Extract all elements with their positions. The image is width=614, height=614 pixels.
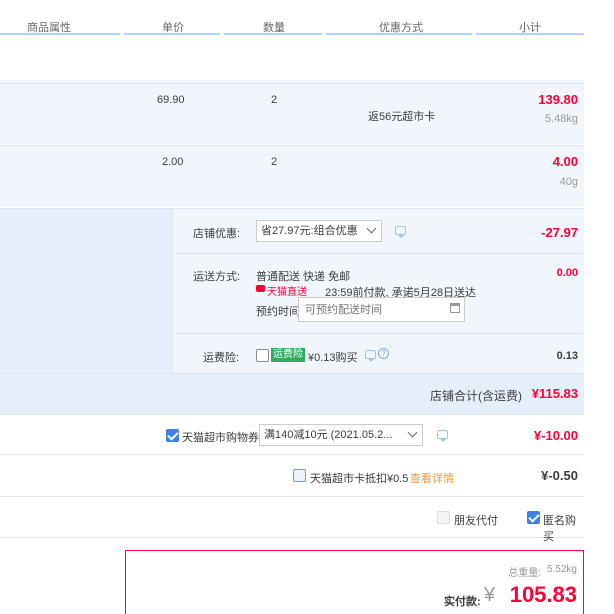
insurance-value: 0.13: [556, 350, 578, 362]
divider: [173, 253, 585, 254]
insurance-label: 运费险:: [203, 352, 240, 364]
pay-label: 实付款:: [444, 596, 481, 608]
item-qty: 2: [271, 94, 278, 106]
divider: [173, 333, 585, 334]
card-detail-link[interactable]: 查看详情: [410, 470, 454, 486]
item-price: 2.00: [162, 156, 184, 168]
shipping-method: 普通配送 快递 免邮: [256, 271, 351, 283]
order-confirm-page: 商品属性 单价 数量 优惠方式 小计 69.90 2 返56元超市卡 139.8…: [0, 0, 614, 614]
message-icon[interactable]: [395, 226, 406, 238]
coupon-label: 天猫超市购物券: [182, 432, 259, 444]
options-row: 朋友代付 匿名购买: [0, 498, 584, 543]
item-promo: 返56元超市卡: [368, 111, 436, 123]
help-icon[interactable]: ?: [378, 348, 389, 359]
header-underline: [0, 33, 120, 35]
discount-select[interactable]: 省27.97元:组合优惠: [256, 220, 382, 242]
discount-select-value: 省27.97元:组合优惠: [261, 225, 358, 237]
card-row: 天猫超市卡抵扣¥0.5 查看详情 ¥-0.50: [0, 456, 584, 497]
item-row: 2.00 2 4.00 40g: [0, 145, 584, 207]
coupon-select-value: 满140减10元 (2021.05.2...: [264, 429, 393, 441]
currency-symbol: ¥: [484, 584, 496, 606]
item-weight: 5.48kg: [544, 113, 578, 125]
anonymous-checkbox[interactable]: [527, 511, 540, 524]
header-underline: [124, 33, 220, 35]
shop-section: 店铺优惠: 省27.97元:组合优惠 -27.97 运送方式: 普通配送 快递 …: [0, 208, 585, 414]
shipping-value: 0.00: [556, 267, 578, 279]
insurance-tag: 运费险: [271, 348, 305, 362]
anonymous-label: 匿名购买: [543, 515, 576, 543]
insurance-price: ¥0.13购买: [308, 352, 358, 364]
shop-total-row: 店铺合计(含运费) ¥115.83: [0, 373, 584, 414]
message-icon[interactable]: [437, 430, 448, 442]
shop-total-label: 店铺合计(含运费): [430, 389, 522, 403]
card-label: 天猫超市卡抵扣¥0.5: [310, 473, 409, 485]
coupon-row: 天猫超市购物券 满140减10元 (2021.05.2... ¥-10.00: [0, 414, 584, 455]
discount-value: -27.97: [541, 225, 578, 240]
appointment-label: 预约时间: [256, 306, 300, 318]
item-qty: 2: [271, 156, 278, 168]
chevron-down-icon: [366, 223, 377, 234]
coupon-select[interactable]: 满140减10元 (2021.05.2...: [259, 424, 423, 446]
discount-label: 店铺优惠:: [193, 228, 241, 240]
shop-options-panel: 店铺优惠: 省27.97元:组合优惠 -27.97 运送方式: 普通配送 快递 …: [172, 209, 585, 373]
pay-amount: 105.83: [509, 582, 577, 607]
shipping-label: 运送方式:: [193, 271, 241, 283]
insurance-checkbox[interactable]: [256, 349, 269, 362]
chevron-down-icon: [407, 427, 418, 438]
item-row: 69.90 2 返56元超市卡 139.80 5.48kg: [0, 83, 584, 144]
header-underline: [326, 33, 472, 35]
friend-pay-checkbox[interactable]: [437, 511, 450, 524]
item-subtotal: 139.80: [538, 92, 578, 107]
card-value: ¥-0.50: [541, 468, 578, 483]
tmall-logo-icon: [256, 285, 265, 292]
table-header: 商品属性 单价 数量 优惠方式 小计: [0, 15, 614, 35]
item-price: 69.90: [157, 94, 185, 106]
coupon-checkbox[interactable]: [166, 429, 179, 442]
coupon-value: ¥-10.00: [533, 428, 578, 443]
header-underline: [224, 33, 322, 35]
message-icon[interactable]: [365, 350, 376, 362]
friend-pay-label: 朋友代付: [454, 515, 498, 527]
payment-summary-box: 总重量: 5.52kg 实付款: ¥ 105.83: [125, 550, 584, 614]
total-weight-value: 5.52kg: [546, 564, 577, 575]
item-weight: 40g: [559, 176, 578, 188]
header-underline: [476, 33, 584, 35]
calendar-icon[interactable]: [450, 303, 460, 313]
item-subtotal: 4.00: [552, 154, 578, 169]
shipping-badge: 天猫直送: [267, 287, 307, 298]
total-weight-label: 总重量:: [508, 568, 541, 579]
appointment-input[interactable]: [298, 297, 465, 322]
card-checkbox[interactable]: [293, 469, 306, 482]
shop-total-value: ¥115.83: [531, 386, 578, 401]
